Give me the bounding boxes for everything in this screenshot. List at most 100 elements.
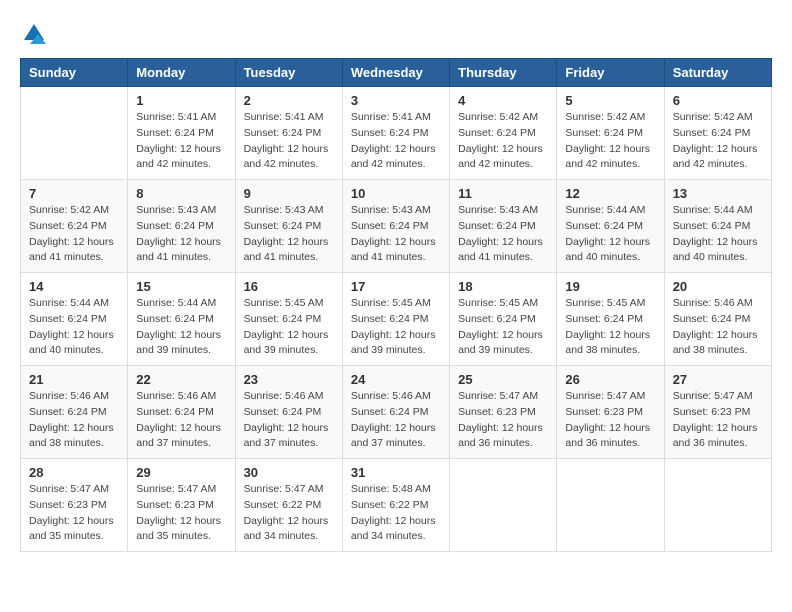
day-info: Sunrise: 5:41 AM Sunset: 6:24 PM Dayligh…: [351, 110, 441, 173]
calendar-week-4: 21 Sunrise: 5:46 AM Sunset: 6:24 PM Dayli…: [21, 366, 772, 459]
calendar-week-2: 7 Sunrise: 5:42 AM Sunset: 6:24 PM Daylig…: [21, 180, 772, 273]
day-info: Sunrise: 5:46 AM Sunset: 6:24 PM Dayligh…: [136, 389, 226, 452]
calendar-cell: 1 Sunrise: 5:41 AM Sunset: 6:24 PM Daylig…: [128, 87, 235, 180]
day-number: 29: [136, 465, 226, 480]
calendar-cell: [21, 87, 128, 180]
calendar-cell: 12Sunrise: 5:44 AM Sunset: 6:24 PM Dayli…: [557, 180, 664, 273]
calendar-cell: 3Sunrise: 5:41 AM Sunset: 6:24 PM Daylig…: [342, 87, 449, 180]
day-number: 13: [673, 186, 763, 201]
calendar-cell: 10 Sunrise: 5:43 AM Sunset: 6:24 PM Dayli…: [342, 180, 449, 273]
day-info: Sunrise: 5:46 AM Sunset: 6:24 PM Dayligh…: [351, 389, 441, 452]
day-number: 1: [136, 93, 226, 108]
calendar-cell: 21 Sunrise: 5:46 AM Sunset: 6:24 PM Dayli…: [21, 366, 128, 459]
calendar-cell: 17 Sunrise: 5:45 AM Sunset: 6:24 PM Dayli…: [342, 273, 449, 366]
day-info: Sunrise: 5:47 AM Sunset: 6:23 PM Dayligh…: [136, 482, 226, 545]
calendar-cell: 2 Sunrise: 5:41 AM Sunset: 6:24 PM Daylig…: [235, 87, 342, 180]
day-info: Sunrise: 5:44 AM Sunset: 6:24 PM Dayligh…: [29, 296, 119, 359]
calendar-cell: 8 Sunrise: 5:43 AM Sunset: 6:24 PM Daylig…: [128, 180, 235, 273]
day-info: Sunrise: 5:47 AM Sunset: 6:23 PM Dayligh…: [673, 389, 763, 452]
day-number: 17: [351, 279, 441, 294]
day-info: Sunrise: 5:43 AM Sunset: 6:24 PM Dayligh…: [244, 203, 334, 266]
day-number: 21: [29, 372, 119, 387]
day-info: Sunrise: 5:45 AM Sunset: 6:24 PM Dayligh…: [244, 296, 334, 359]
day-info: Sunrise: 5:43 AM Sunset: 6:24 PM Dayligh…: [136, 203, 226, 266]
day-number: 25: [458, 372, 548, 387]
logo: [20, 20, 52, 48]
day-info: Sunrise: 5:42 AM Sunset: 6:24 PM Dayligh…: [673, 110, 763, 173]
day-number: 6: [673, 93, 763, 108]
header-day-tuesday: Tuesday: [235, 59, 342, 87]
day-number: 19: [565, 279, 655, 294]
day-info: Sunrise: 5:42 AM Sunset: 6:24 PM Dayligh…: [458, 110, 548, 173]
calendar-cell: 7 Sunrise: 5:42 AM Sunset: 6:24 PM Daylig…: [21, 180, 128, 273]
day-number: 22: [136, 372, 226, 387]
calendar-cell: 6 Sunrise: 5:42 AM Sunset: 6:24 PM Daylig…: [664, 87, 771, 180]
calendar-cell: 19 Sunrise: 5:45 AM Sunset: 6:24 PM Dayli…: [557, 273, 664, 366]
calendar-cell: 9 Sunrise: 5:43 AM Sunset: 6:24 PM Daylig…: [235, 180, 342, 273]
calendar-cell: 16 Sunrise: 5:45 AM Sunset: 6:24 PM Dayli…: [235, 273, 342, 366]
calendar-cell: [664, 459, 771, 552]
header-day-wednesday: Wednesday: [342, 59, 449, 87]
day-number: 12: [565, 186, 655, 201]
day-info: Sunrise: 5:46 AM Sunset: 6:24 PM Dayligh…: [29, 389, 119, 452]
day-info: Sunrise: 5:44 AM Sunset: 6:24 PM Dayligh…: [673, 203, 763, 266]
day-info: Sunrise: 5:41 AM Sunset: 6:24 PM Dayligh…: [136, 110, 226, 173]
day-number: 7: [29, 186, 119, 201]
calendar-cell: 23 Sunrise: 5:46 AM Sunset: 6:24 PM Dayli…: [235, 366, 342, 459]
day-info: Sunrise: 5:47 AM Sunset: 6:23 PM Dayligh…: [565, 389, 655, 452]
header-row: SundayMondayTuesdayWednesdayThursdayFrid…: [21, 59, 772, 87]
day-info: Sunrise: 5:48 AM Sunset: 6:22 PM Dayligh…: [351, 482, 441, 545]
calendar-cell: 29 Sunrise: 5:47 AM Sunset: 6:23 PM Dayli…: [128, 459, 235, 552]
day-info: Sunrise: 5:46 AM Sunset: 6:24 PM Dayligh…: [673, 296, 763, 359]
day-info: Sunrise: 5:43 AM Sunset: 6:24 PM Dayligh…: [458, 203, 548, 266]
day-info: Sunrise: 5:43 AM Sunset: 6:24 PM Dayligh…: [351, 203, 441, 266]
day-info: Sunrise: 5:42 AM Sunset: 6:24 PM Dayligh…: [29, 203, 119, 266]
day-number: 4: [458, 93, 548, 108]
calendar-table: SundayMondayTuesdayWednesdayThursdayFrid…: [20, 58, 772, 552]
header-day-monday: Monday: [128, 59, 235, 87]
calendar-body: 1 Sunrise: 5:41 AM Sunset: 6:24 PM Daylig…: [21, 87, 772, 552]
day-info: Sunrise: 5:47 AM Sunset: 6:23 PM Dayligh…: [458, 389, 548, 452]
day-number: 8: [136, 186, 226, 201]
calendar-cell: 22 Sunrise: 5:46 AM Sunset: 6:24 PM Dayli…: [128, 366, 235, 459]
day-info: Sunrise: 5:46 AM Sunset: 6:24 PM Dayligh…: [244, 389, 334, 452]
day-info: Sunrise: 5:47 AM Sunset: 6:23 PM Dayligh…: [29, 482, 119, 545]
day-info: Sunrise: 5:45 AM Sunset: 6:24 PM Dayligh…: [351, 296, 441, 359]
calendar-week-1: 1 Sunrise: 5:41 AM Sunset: 6:24 PM Daylig…: [21, 87, 772, 180]
calendar-cell: 20 Sunrise: 5:46 AM Sunset: 6:24 PM Dayli…: [664, 273, 771, 366]
day-info: Sunrise: 5:47 AM Sunset: 6:22 PM Dayligh…: [244, 482, 334, 545]
calendar-header: SundayMondayTuesdayWednesdayThursdayFrid…: [21, 59, 772, 87]
day-number: 10: [351, 186, 441, 201]
day-info: Sunrise: 5:41 AM Sunset: 6:24 PM Dayligh…: [244, 110, 334, 173]
day-number: 18: [458, 279, 548, 294]
day-number: 2: [244, 93, 334, 108]
day-number: 31: [351, 465, 441, 480]
calendar-week-3: 14 Sunrise: 5:44 AM Sunset: 6:24 PM Dayli…: [21, 273, 772, 366]
day-number: 28: [29, 465, 119, 480]
day-number: 5: [565, 93, 655, 108]
calendar-cell: 28 Sunrise: 5:47 AM Sunset: 6:23 PM Dayli…: [21, 459, 128, 552]
calendar-cell: [557, 459, 664, 552]
calendar-cell: 30 Sunrise: 5:47 AM Sunset: 6:22 PM Dayli…: [235, 459, 342, 552]
calendar-cell: 26Sunrise: 5:47 AM Sunset: 6:23 PM Dayli…: [557, 366, 664, 459]
day-number: 23: [244, 372, 334, 387]
calendar-cell: 27 Sunrise: 5:47 AM Sunset: 6:23 PM Dayli…: [664, 366, 771, 459]
header-day-sunday: Sunday: [21, 59, 128, 87]
day-number: 16: [244, 279, 334, 294]
calendar-cell: [450, 459, 557, 552]
day-number: 11: [458, 186, 548, 201]
day-info: Sunrise: 5:42 AM Sunset: 6:24 PM Dayligh…: [565, 110, 655, 173]
day-number: 15: [136, 279, 226, 294]
day-number: 27: [673, 372, 763, 387]
logo-icon: [20, 20, 48, 48]
day-number: 30: [244, 465, 334, 480]
page-header: [20, 20, 772, 48]
day-info: Sunrise: 5:45 AM Sunset: 6:24 PM Dayligh…: [565, 296, 655, 359]
day-number: 9: [244, 186, 334, 201]
calendar-cell: 13 Sunrise: 5:44 AM Sunset: 6:24 PM Dayli…: [664, 180, 771, 273]
day-number: 14: [29, 279, 119, 294]
calendar-cell: 24Sunrise: 5:46 AM Sunset: 6:24 PM Dayli…: [342, 366, 449, 459]
day-number: 20: [673, 279, 763, 294]
header-day-saturday: Saturday: [664, 59, 771, 87]
header-day-thursday: Thursday: [450, 59, 557, 87]
